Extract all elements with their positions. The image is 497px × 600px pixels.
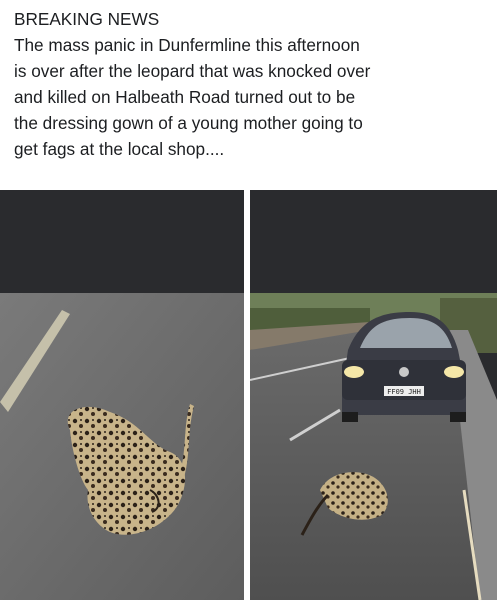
dark-band: [250, 190, 497, 293]
post-headline: BREAKING NEWS: [14, 9, 160, 29]
photo-collage[interactable]: FF09 JHH: [0, 190, 497, 600]
dark-band: [0, 190, 244, 293]
post-line-3: and killed on Halbeath Road turned out t…: [14, 87, 356, 107]
post-line-5: get fags at the local shop....: [14, 139, 225, 159]
photo-right[interactable]: FF09 JHH: [250, 190, 497, 600]
post-line-4: the dressing gown of a young mother goin…: [14, 113, 363, 133]
license-plate: FF09 JHH: [387, 388, 421, 396]
post-text: BREAKING NEWS The mass panic in Dunferml…: [14, 6, 484, 162]
photo-left[interactable]: [0, 190, 244, 600]
post-line-1: The mass panic in Dunfermline this after…: [14, 35, 360, 55]
photo-right-image: FF09 JHH: [250, 190, 497, 600]
photo-left-image: [0, 190, 244, 600]
post-line-2: is over after the leopard that was knock…: [14, 61, 371, 81]
